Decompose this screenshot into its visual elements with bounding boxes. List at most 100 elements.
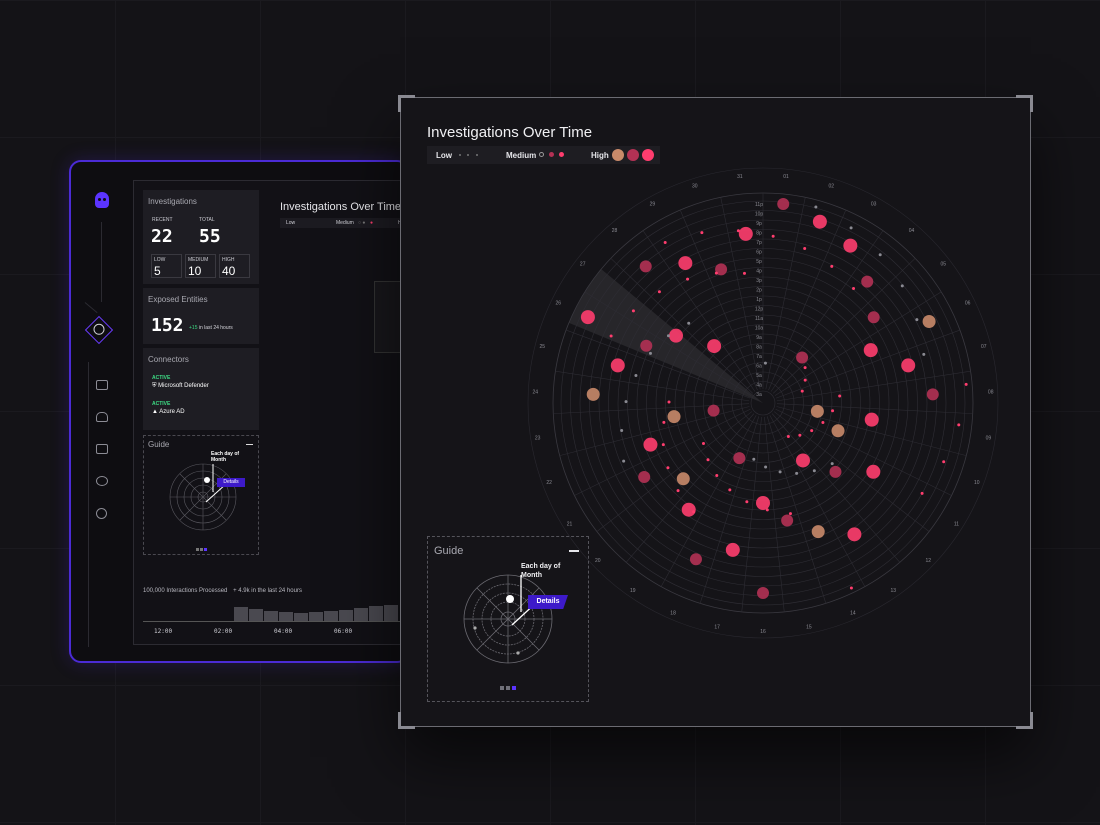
- pager-dot[interactable]: [500, 686, 504, 690]
- exposed-entities-card[interactable]: Exposed Entities 152 +15 in last 24 hour…: [143, 288, 259, 344]
- data-point-small: [624, 400, 628, 404]
- data-point: [580, 310, 595, 325]
- nav-search-icon[interactable]: [96, 380, 108, 390]
- guide-small-details-button[interactable]: Details: [217, 478, 245, 487]
- guide-small-pager[interactable]: [196, 538, 207, 556]
- day-label: 14: [850, 611, 856, 617]
- investigations-window: Investigations Over Time Low Medium High…: [398, 95, 1033, 729]
- data-point-small: [803, 247, 807, 251]
- data-point-small: [663, 240, 667, 244]
- hour-label: 5a: [756, 373, 762, 379]
- details-button[interactable]: Details: [528, 595, 568, 609]
- data-point-small: [622, 459, 626, 463]
- minimize-icon[interactable]: [569, 550, 579, 552]
- small-legend-medium-dots: ○ ●: [358, 220, 366, 226]
- nav-alien-icon[interactable]: [96, 508, 107, 519]
- data-point: [586, 387, 600, 401]
- data-point-small: [964, 382, 968, 386]
- minimize-icon[interactable]: [246, 444, 253, 445]
- pager-dot-active[interactable]: [512, 686, 516, 690]
- nav-user-icon[interactable]: [96, 412, 108, 422]
- hour-label: 4p: [756, 269, 762, 275]
- nav-connectors-icon[interactable]: [96, 476, 108, 486]
- dashboard-window: Investigations RECENT TOTAL 22 55 LOW 5 …: [69, 160, 409, 663]
- hour-label: 4a: [756, 383, 762, 389]
- data-point: [795, 453, 810, 468]
- hour-label: 2p: [756, 288, 762, 294]
- hour-label: 3p: [756, 278, 762, 284]
- day-label: 12: [925, 558, 931, 564]
- time-label: 12:00: [154, 628, 173, 635]
- data-point-small: [609, 334, 613, 338]
- guide-pager[interactable]: [500, 677, 518, 695]
- nav-investigations-icon[interactable]: [84, 315, 114, 345]
- day-label: 27: [580, 261, 586, 267]
- data-point-small: [742, 271, 746, 275]
- data-point: [867, 311, 880, 324]
- connector-status: ACTIVE: [152, 401, 171, 407]
- data-point: [738, 226, 753, 241]
- data-point: [847, 527, 862, 542]
- data-point: [861, 275, 874, 288]
- data-point-small: [814, 205, 818, 209]
- medium-value: 10: [188, 264, 202, 278]
- data-point: [669, 328, 684, 343]
- bar: [279, 612, 293, 621]
- connectors-title: Connectors: [148, 355, 189, 364]
- guide-title: Guide: [434, 545, 464, 557]
- total-value: 55: [199, 226, 221, 247]
- data-point-small: [634, 374, 638, 378]
- guide-small-polar: [169, 463, 237, 531]
- data-point: [639, 260, 652, 273]
- high-box[interactable]: HIGH 40: [219, 254, 250, 278]
- data-point: [707, 404, 720, 417]
- medium-label: MEDIUM: [188, 257, 209, 263]
- hour-label: 11p: [755, 202, 763, 208]
- hour-label: 10p: [755, 212, 764, 218]
- data-point-small: [800, 389, 804, 393]
- data-point: [689, 553, 702, 566]
- low-box[interactable]: LOW 5: [151, 254, 182, 278]
- day-label: 31: [737, 174, 743, 180]
- investigations-title: Investigations: [148, 197, 197, 206]
- connectors-card[interactable]: Connectors ACTIVE ⛨ Microsoft Defender A…: [143, 348, 259, 430]
- investigations-card[interactable]: Investigations RECENT TOTAL 22 55 LOW 5 …: [143, 190, 259, 284]
- interactions-count: 100,000 Interactions Processed: [143, 588, 228, 594]
- data-point: [707, 339, 722, 354]
- data-point-small: [701, 442, 705, 446]
- day-spoke: [764, 416, 785, 612]
- day-label: 22: [546, 480, 552, 486]
- time-label: 02:00: [214, 628, 233, 635]
- bar: [324, 611, 338, 621]
- bar: [339, 610, 353, 621]
- rail-divider: [88, 362, 89, 647]
- day-spoke: [741, 416, 762, 612]
- connector-azure-ad[interactable]: ▲ Azure AD: [152, 409, 185, 415]
- data-point-small: [915, 318, 919, 322]
- rail-divider: [84, 302, 98, 314]
- day-label: 01: [783, 174, 789, 180]
- hour-label: 5p: [756, 259, 762, 265]
- high-label: HIGH: [222, 257, 235, 263]
- alien-logo-icon[interactable]: [95, 192, 109, 208]
- guide-note: Each day of Month: [521, 563, 561, 579]
- connector-name: Azure AD: [159, 409, 185, 415]
- day-label: 03: [871, 202, 877, 208]
- day-label: 15: [806, 624, 812, 630]
- day-label: 30: [692, 183, 698, 189]
- day-label: 20: [595, 558, 601, 564]
- data-point: [863, 343, 878, 358]
- nav-list-icon[interactable]: [96, 444, 108, 454]
- data-point-small: [849, 226, 853, 230]
- hour-label: 3a: [756, 392, 762, 398]
- pager-dot[interactable]: [506, 686, 510, 690]
- medium-box[interactable]: MEDIUM 10: [185, 254, 216, 278]
- day-label: 28: [612, 228, 618, 234]
- hour-label: 10a: [755, 326, 764, 332]
- data-point-small: [778, 470, 782, 474]
- bar: [264, 611, 278, 621]
- time-label: 06:00: [334, 628, 353, 635]
- connector-microsoft-defender[interactable]: ⛨ Microsoft Defender: [152, 383, 209, 390]
- small-chart-legend: Low Medium ○ ● ● H: [280, 218, 408, 228]
- hour-label: 6a: [756, 364, 762, 370]
